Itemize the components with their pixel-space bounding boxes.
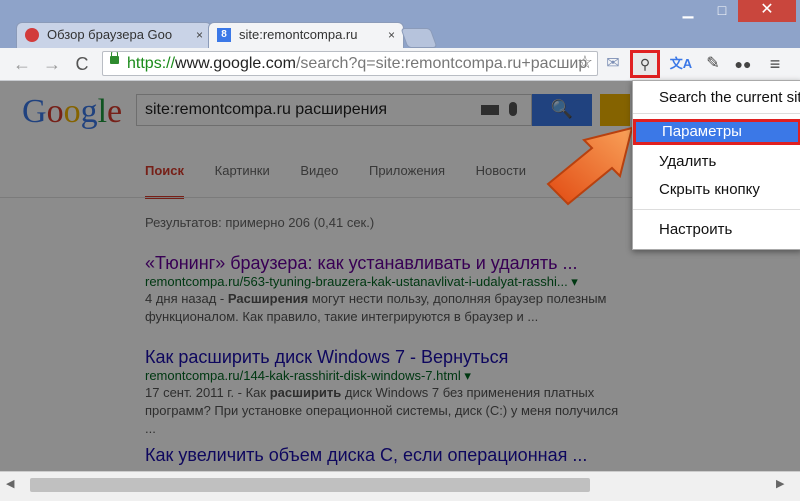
menu-separator (633, 209, 800, 210)
scrollbar-thumb[interactable] (30, 478, 590, 492)
tab-title: site:remontcompa.ru (239, 27, 358, 42)
close-tab-icon[interactable]: × (196, 23, 203, 47)
pointer-arrow-icon (546, 126, 634, 206)
back-button[interactable]: ← (10, 52, 34, 76)
scroll-left-icon[interactable]: ◀ (6, 477, 14, 490)
bookmark-icon[interactable]: ✎ (700, 52, 726, 76)
menu-item-parameters[interactable]: Параметры (633, 119, 800, 145)
lock-icon (110, 52, 119, 64)
close-window-button[interactable]: ✕ (738, 0, 796, 22)
extension-context-menu: Search the current site Параметры Удалит… (632, 80, 800, 250)
binoculars-icon[interactable]: ●● (730, 52, 756, 76)
address-bar[interactable]: https://www.google.com/search?q=site:rem… (102, 51, 598, 76)
close-tab-icon[interactable]: × (388, 23, 395, 47)
menu-item-configure[interactable]: Настроить (633, 217, 800, 243)
tab-search-results[interactable]: 8 site:remontcompa.ru × (208, 22, 404, 48)
horizontal-scrollbar[interactable]: ◀ ▶ (0, 471, 800, 501)
tab-title: Обзор браузера Goo (47, 27, 173, 42)
tab-overview[interactable]: Обзор браузера Goo × (16, 22, 212, 48)
menu-icon[interactable]: ≡ (762, 52, 788, 76)
bookmark-star-icon[interactable]: ☆ (577, 52, 593, 73)
menu-item-hide-button[interactable]: Скрыть кнопку (633, 177, 800, 203)
url-text[interactable]: https://www.google.com/search?q=site:rem… (127, 55, 587, 73)
new-tab-button[interactable] (400, 28, 438, 48)
title-bar: ▁ □ ✕ Обзор браузера Goo × 8 site:remont… (0, 0, 800, 48)
translate-icon[interactable]: 文A (668, 52, 694, 76)
minimize-button[interactable]: ▁ (671, 0, 705, 22)
mail-icon[interactable]: ✉ (600, 52, 626, 76)
google-favicon-icon: 8 (217, 28, 231, 42)
forward-button[interactable]: → (40, 52, 64, 76)
menu-item-remove[interactable]: Удалить (633, 149, 800, 175)
menu-separator (633, 113, 800, 114)
search-extension-icon[interactable]: ⚲ (630, 50, 660, 78)
maximize-button[interactable]: □ (705, 0, 739, 22)
reload-button[interactable]: C (70, 52, 94, 76)
site-favicon-icon (25, 28, 39, 42)
menu-item-search-site[interactable]: Search the current site (633, 85, 800, 111)
scroll-right-icon[interactable]: ▶ (776, 477, 784, 490)
